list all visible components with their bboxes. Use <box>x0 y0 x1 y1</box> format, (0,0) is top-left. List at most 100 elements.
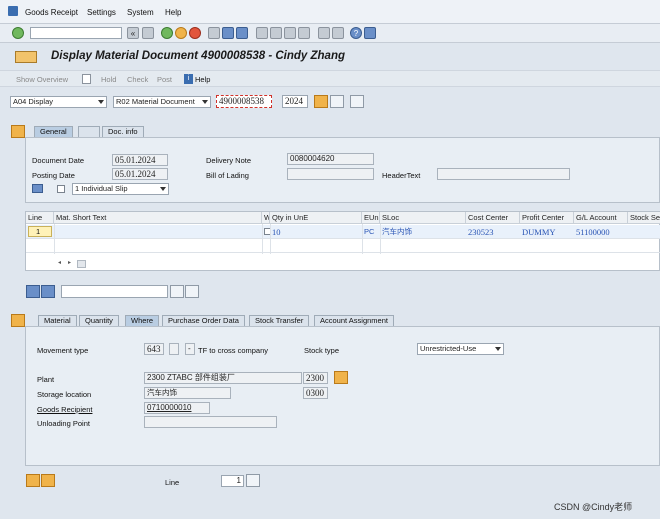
menu-help[interactable]: Help <box>165 8 181 17</box>
col-stock-seg[interactable]: Stock Se <box>628 212 660 224</box>
tab-stock-transfer[interactable]: Stock Transfer <box>249 315 310 326</box>
reference-select[interactable]: R02 Material Document <box>113 96 211 108</box>
plant-address-icon[interactable] <box>334 371 348 384</box>
help-button[interactable]: Help <box>195 75 210 84</box>
choose-icon[interactable] <box>350 95 364 108</box>
delivery-note-field[interactable]: 0080004620 <box>287 153 374 165</box>
first-page-icon[interactable] <box>256 27 268 39</box>
stock-type-select[interactable]: Unrestricted-Use <box>417 343 504 355</box>
movement-sign-field[interactable]: - <box>185 343 195 355</box>
prev-page-icon[interactable] <box>270 27 282 39</box>
storage-location-field[interactable]: 汽车内饰 <box>144 387 231 399</box>
previous-item-icon[interactable] <box>26 474 40 487</box>
header-text-field[interactable] <box>437 168 570 180</box>
print-icon[interactable] <box>208 27 220 39</box>
menu-bar: Goods Receipt Settings System Help <box>0 0 660 24</box>
post-date-field[interactable]: 05.01.2024 <box>112 168 168 180</box>
tab-where[interactable]: Where <box>125 315 160 326</box>
unloading-point-field[interactable] <box>144 416 277 428</box>
enter-icon[interactable] <box>12 27 24 39</box>
tab-partner-icon[interactable] <box>78 126 100 137</box>
col-divider <box>54 224 55 254</box>
col-line[interactable]: Line <box>26 212 54 224</box>
show-overview-button[interactable]: Show Overview <box>16 75 68 84</box>
horizontal-scrollbar[interactable] <box>77 260 86 268</box>
new-document-icon[interactable] <box>82 74 91 84</box>
bill-of-lading-field[interactable] <box>287 168 374 180</box>
item-table: Line Mat. Short Text W Qty in UnE EUn SL… <box>25 211 660 271</box>
find-icon[interactable] <box>170 285 184 298</box>
find-next-icon[interactable] <box>185 285 199 298</box>
printer-icon[interactable] <box>32 184 43 193</box>
tab-purchase-order-data[interactable]: Purchase Order Data <box>162 315 245 326</box>
col-w[interactable]: W <box>262 212 270 224</box>
info-icon[interactable]: i <box>184 74 193 84</box>
scroll-right-icon[interactable]: ▸ <box>68 259 71 266</box>
col-profit-center[interactable]: Profit Center <box>520 212 574 224</box>
line-input[interactable]: 1 <box>221 475 244 487</box>
slip-select[interactable]: 1 Individual Slip <box>72 183 169 195</box>
new-session-icon[interactable] <box>318 27 330 39</box>
col-divider <box>362 224 363 254</box>
goods-recipient-field[interactable]: 0710000010 <box>144 402 210 414</box>
storage-location-code-field[interactable]: 0300 <box>303 387 328 399</box>
customize-layout-icon[interactable] <box>364 27 376 39</box>
bill-of-lading-label: Bill of Lading <box>206 171 249 180</box>
tab-material[interactable]: Material <box>38 315 77 326</box>
action-select[interactable]: A04 Display <box>10 96 107 108</box>
plant-field[interactable]: 2300 ZTABC 部件组装厂 <box>144 372 302 384</box>
execute-icon[interactable] <box>314 95 328 108</box>
help-icon[interactable]: ? <box>350 27 362 39</box>
filter-icon[interactable] <box>41 285 55 298</box>
last-page-icon[interactable] <box>298 27 310 39</box>
back-icon[interactable] <box>161 27 173 39</box>
col-cost-center[interactable]: Cost Center <box>466 212 520 224</box>
menu-system[interactable]: System <box>127 8 154 17</box>
tab-account-assignment[interactable]: Account Assignment <box>314 315 394 326</box>
go-to-line-icon[interactable] <box>246 474 260 487</box>
reference-select-value: R02 Material Document <box>116 97 195 106</box>
find-icon[interactable] <box>222 27 234 39</box>
col-eun[interactable]: EUn <box>362 212 380 224</box>
next-page-icon[interactable] <box>284 27 296 39</box>
exit-icon[interactable] <box>175 27 187 39</box>
find-next-icon[interactable] <box>236 27 248 39</box>
col-gl-account[interactable]: G/L Account <box>574 212 628 224</box>
movement-type-field[interactable]: 643 <box>144 343 164 355</box>
cell-line: 1 <box>36 227 41 236</box>
print-checkbox[interactable] <box>57 185 65 193</box>
application-toolbar: Show Overview Hold Check Post i Help <box>0 70 660 87</box>
tab-quantity[interactable]: Quantity <box>79 315 119 326</box>
tab-general[interactable]: General <box>34 126 73 137</box>
menu-goods-receipt[interactable]: Goods Receipt <box>25 8 78 17</box>
col-sloc[interactable]: SLoc <box>380 212 466 224</box>
movement-type-label: Movement type <box>37 346 89 355</box>
post-button[interactable]: Post <box>157 75 172 84</box>
tab-doc-info[interactable]: Doc. info <box>102 126 144 137</box>
header-toggle-icon[interactable] <box>11 125 25 138</box>
item-toggle-icon[interactable] <box>11 314 25 327</box>
delete-row-icon[interactable] <box>26 285 40 298</box>
col-divider <box>380 224 381 254</box>
find-field[interactable] <box>61 285 168 298</box>
year-input[interactable]: 2024 <box>282 95 308 108</box>
menu-settings[interactable]: Settings <box>87 8 116 17</box>
next-item-icon[interactable] <box>41 474 55 487</box>
hold-button[interactable]: Hold <box>101 75 116 84</box>
movement-indicator-field[interactable] <box>169 343 179 355</box>
command-field[interactable] <box>30 27 122 39</box>
check-button[interactable]: Check <box>127 75 148 84</box>
action-select-value: A04 Display <box>13 97 54 106</box>
doc-date-field[interactable]: 05.01.2024 <box>112 154 168 166</box>
col-mat-short-text[interactable]: Mat. Short Text <box>54 212 262 224</box>
cancel-icon[interactable] <box>189 27 201 39</box>
col-qty[interactable]: Qty in UnE <box>270 212 362 224</box>
scroll-left-icon[interactable]: ◂ <box>58 259 61 266</box>
document-number-input[interactable]: 4900008538 <box>216 95 272 108</box>
back-double-icon[interactable]: « <box>127 27 139 39</box>
standard-toolbar: « ? <box>0 24 660 43</box>
search-help-icon[interactable] <box>330 95 344 108</box>
save-icon[interactable] <box>142 27 154 39</box>
shortcut-icon[interactable] <box>332 27 344 39</box>
plant-code-field[interactable]: 2300 <box>303 372 328 384</box>
